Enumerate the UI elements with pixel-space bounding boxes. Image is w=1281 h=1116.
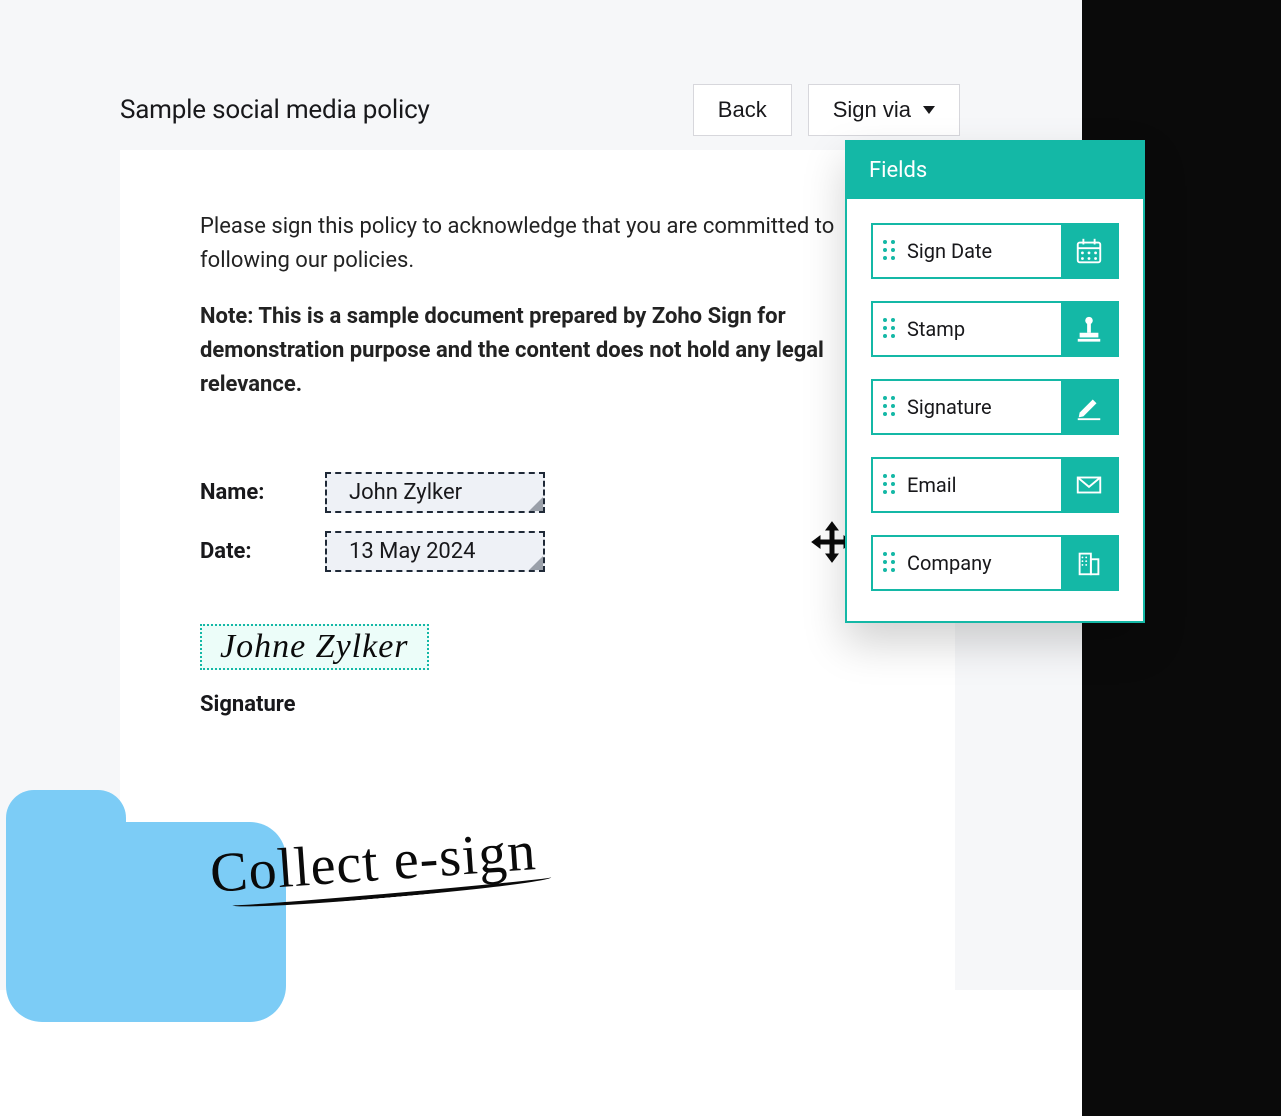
- field-signature[interactable]: Signature: [871, 379, 1119, 435]
- field-label: Stamp: [903, 303, 1061, 355]
- name-label: Name:: [200, 480, 295, 505]
- field-label: Email: [903, 459, 1061, 511]
- drag-handle-icon[interactable]: [873, 381, 903, 433]
- field-company[interactable]: Company: [871, 535, 1119, 591]
- page-title: Sample social media policy: [120, 95, 430, 125]
- header-bar: Sample social media policy Back Sign via: [120, 80, 960, 140]
- back-button-label: Back: [718, 97, 767, 123]
- signature-field[interactable]: Johne Zylker: [200, 624, 429, 669]
- field-stamp[interactable]: Stamp: [871, 301, 1119, 357]
- drag-handle-icon[interactable]: [873, 225, 903, 277]
- pen-icon: [1061, 381, 1117, 433]
- field-label: Company: [903, 537, 1061, 589]
- field-label: Sign Date: [903, 225, 1061, 277]
- signature-image: Johne Zylker: [220, 628, 409, 665]
- back-button[interactable]: Back: [693, 84, 792, 136]
- fields-panel-title: Fields: [847, 142, 1143, 199]
- building-icon: [1061, 537, 1117, 589]
- drag-handle-icon[interactable]: [873, 303, 903, 355]
- name-row: Name: John Zylker: [200, 472, 885, 513]
- signature-label: Signature: [200, 692, 885, 717]
- fields-panel[interactable]: Fields Sign Date Stamp Signature: [845, 140, 1145, 623]
- sign-via-label: Sign via: [833, 97, 911, 123]
- stamp-icon: [1061, 303, 1117, 355]
- header-actions: Back Sign via: [693, 84, 960, 136]
- field-label: Signature: [903, 381, 1061, 433]
- field-email[interactable]: Email: [871, 457, 1119, 513]
- doc-intro: Please sign this policy to acknowledge t…: [200, 210, 885, 278]
- chevron-down-icon: [923, 106, 935, 114]
- calendar-icon: [1061, 225, 1117, 277]
- fields-list: Sign Date Stamp Signature: [847, 199, 1143, 621]
- doc-form: Name: John Zylker Date: 13 May 2024: [200, 472, 885, 572]
- name-field[interactable]: John Zylker: [325, 472, 545, 513]
- date-field[interactable]: 13 May 2024: [325, 531, 545, 572]
- doc-note: Note: This is a sample document prepared…: [200, 300, 885, 402]
- sign-via-dropdown[interactable]: Sign via: [808, 84, 960, 136]
- drag-handle-icon[interactable]: [873, 537, 903, 589]
- date-label: Date:: [200, 539, 295, 564]
- drag-handle-icon[interactable]: [873, 459, 903, 511]
- date-row: Date: 13 May 2024: [200, 531, 885, 572]
- envelope-icon: [1061, 459, 1117, 511]
- field-sign-date[interactable]: Sign Date: [871, 223, 1119, 279]
